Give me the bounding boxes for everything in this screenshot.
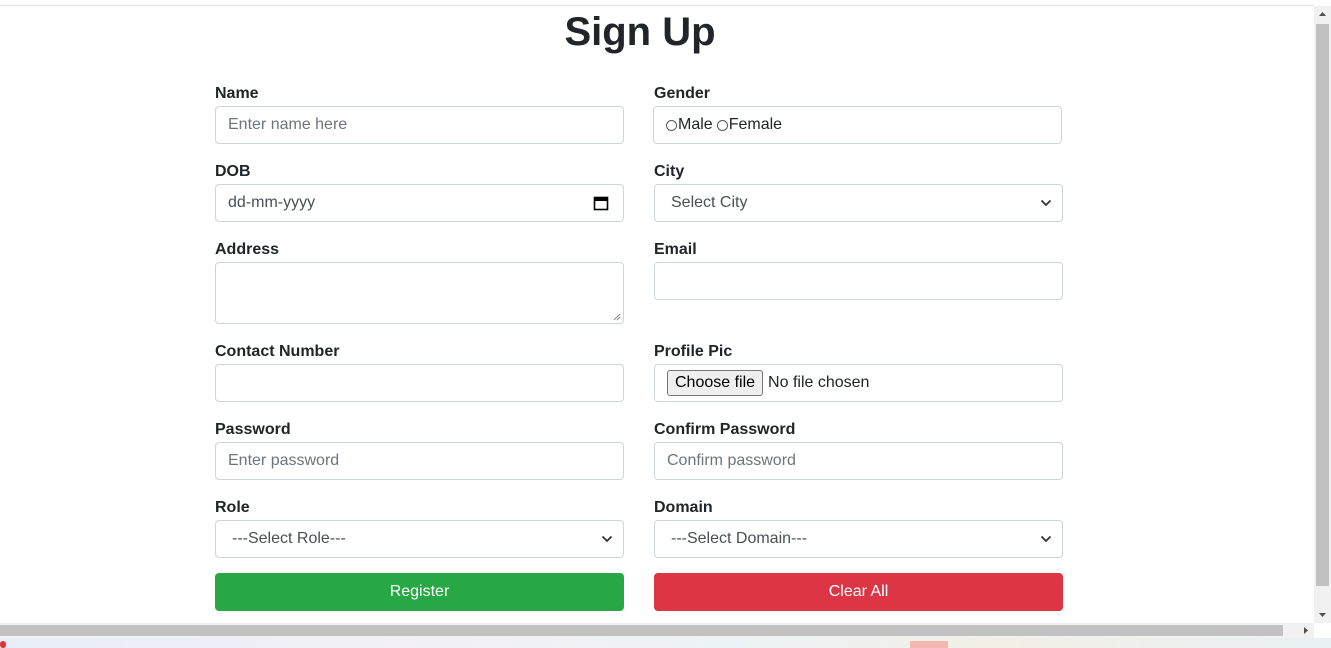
profile-pic-input[interactable]: Choose file No file chosen (654, 364, 1063, 402)
file-status: No file chosen (768, 374, 870, 391)
address-field-group: Address (215, 240, 624, 324)
taskbar-app-icon[interactable] (910, 641, 948, 648)
register-button[interactable]: Register (215, 573, 624, 611)
vertical-scrollbar[interactable] (1314, 6, 1331, 623)
email-field-group: Email (654, 240, 1063, 300)
name-input[interactable]: Enter name here (215, 106, 624, 144)
confirm-password-field-group: Confirm Password Confirm password (654, 420, 1063, 480)
city-select[interactable]: Select City (654, 184, 1063, 222)
name-label: Name (215, 85, 259, 102)
resize-grip-icon[interactable] (613, 313, 621, 321)
email-input[interactable] (654, 262, 1063, 300)
page-title: Sign Up (564, 10, 716, 54)
gender-field-group: Gender Male Female (653, 84, 1063, 144)
chevron-down-icon (1040, 535, 1052, 543)
chevron-down-icon (1040, 199, 1052, 207)
gender-label: Gender (654, 85, 711, 102)
address-textarea[interactable] (215, 262, 624, 324)
domain-label: Domain (654, 499, 713, 516)
address-label: Address (215, 241, 280, 258)
scroll-right-arrow-icon[interactable] (1297, 623, 1314, 638)
dob-input[interactable]: dd-mm-yyyy (215, 184, 624, 222)
male-radio[interactable] (666, 119, 677, 131)
role-select[interactable]: ---Select Role--- (215, 520, 624, 558)
gender-option-male[interactable]: Male (666, 116, 713, 134)
horizontal-scroll-thumb[interactable] (0, 625, 1283, 636)
gender-option-female[interactable]: Female (716, 116, 783, 134)
female-radio[interactable] (716, 119, 728, 131)
female-label: Female (728, 116, 783, 133)
city-selected: Select City (671, 194, 748, 211)
role-selected: ---Select Role--- (232, 530, 346, 547)
confirm-password-label: Confirm Password (654, 421, 796, 438)
name-placeholder: Enter name here (228, 116, 348, 133)
password-label: Password (215, 421, 291, 438)
chevron-down-icon (601, 535, 613, 543)
password-placeholder: Enter password (228, 452, 340, 469)
confirm-password-placeholder: Confirm password (667, 452, 796, 469)
city-label: City (654, 163, 685, 180)
choose-file-button[interactable]: Choose file (667, 370, 764, 396)
domain-select[interactable]: ---Select Domain--- (654, 520, 1063, 558)
scroll-down-arrow-icon[interactable] (1314, 607, 1331, 623)
email-label: Email (654, 241, 697, 258)
domain-selected: ---Select Domain--- (671, 530, 808, 547)
vertical-scroll-thumb[interactable] (1316, 24, 1329, 586)
role-field-group: Role ---Select Role--- (215, 498, 624, 558)
profile-pic-label: Profile Pic (654, 343, 733, 360)
top-border (0, 5, 1314, 6)
name-field-group: Name Enter name here (215, 84, 624, 144)
horizontal-scrollbar[interactable] (0, 623, 1314, 638)
taskbar-strip (0, 638, 1331, 648)
contact-field-group: Contact Number (215, 342, 624, 402)
role-label: Role (215, 499, 250, 516)
contact-label: Contact Number (215, 343, 340, 360)
gender-radio-group: Male Female (653, 106, 1062, 144)
city-field-group: City Select City (654, 162, 1063, 222)
profile-pic-field-group: Profile Pic Choose file No file chosen (654, 342, 1063, 402)
dob-value: dd-mm-yyyy (228, 194, 316, 211)
contact-input[interactable] (215, 364, 624, 402)
scroll-up-arrow-icon[interactable] (1314, 6, 1331, 22)
password-field-group: Password Enter password (215, 420, 624, 480)
dob-field-group: DOB dd-mm-yyyy (215, 162, 624, 222)
male-label: Male (678, 116, 713, 133)
clear-all-button[interactable]: Clear All (654, 573, 1063, 611)
dob-label: DOB (215, 163, 251, 180)
taskbar-app-icon[interactable] (0, 641, 6, 648)
calendar-icon[interactable] (593, 195, 609, 211)
password-input[interactable]: Enter password (215, 442, 624, 480)
domain-field-group: Domain ---Select Domain--- (654, 498, 1063, 558)
confirm-password-input[interactable]: Confirm password (654, 442, 1063, 480)
